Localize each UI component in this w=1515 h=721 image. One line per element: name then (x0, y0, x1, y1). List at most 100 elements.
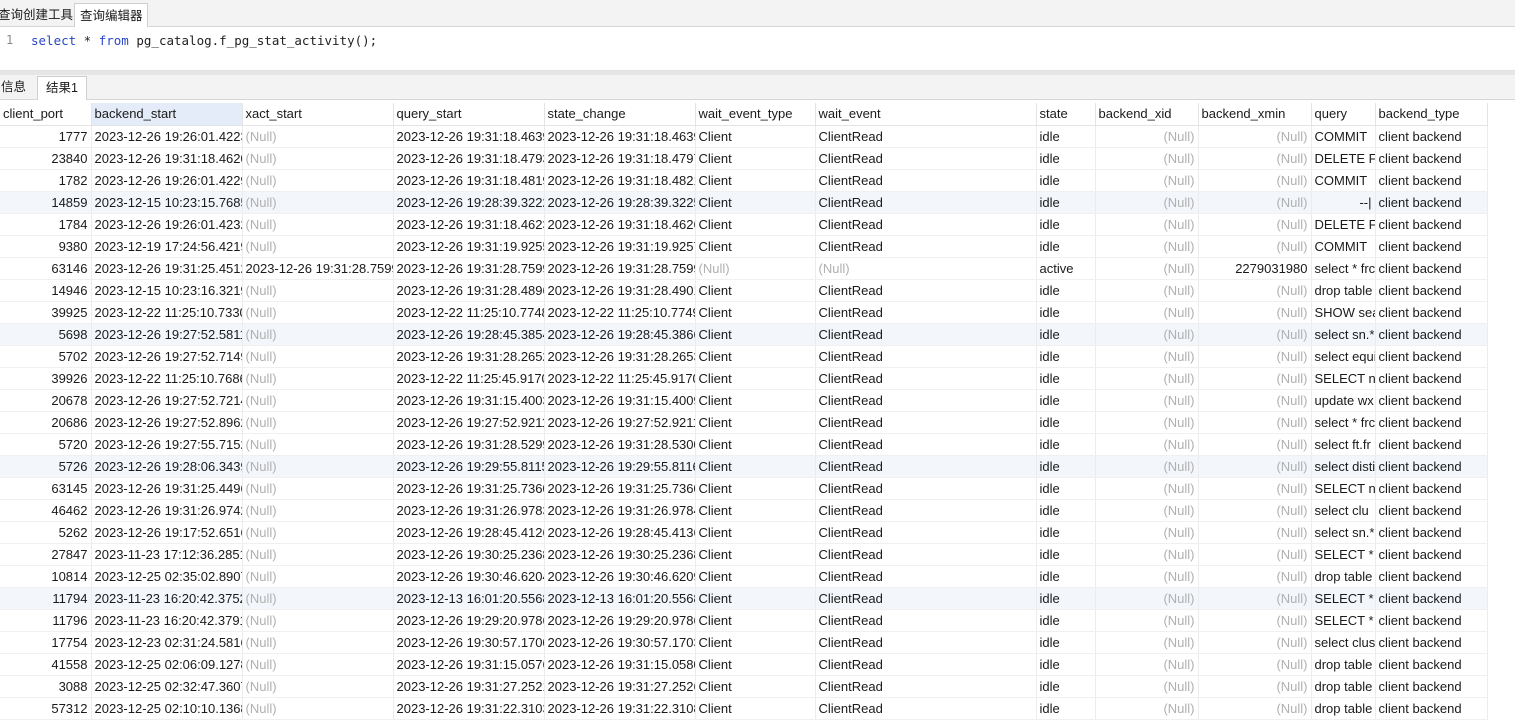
cell-backend-xmin[interactable]: (Null) (1198, 697, 1312, 720)
table-row[interactable]: 1777 2023-12-26 19:26:01.4223 (Null) 2023-1… (0, 125, 1488, 148)
cell-state-change[interactable]: 2023-12-22 11:25:10.7749 (544, 301, 696, 324)
cell-query-start[interactable]: 2023-12-26 19:31:18.4623 (393, 213, 545, 236)
cell-wait-event[interactable]: ClientRead (815, 653, 1037, 676)
cell-backend-type[interactable]: client backend (1375, 235, 1488, 258)
cell-xact-start[interactable]: (Null) (242, 411, 394, 434)
cell-xact-start[interactable]: (Null) (242, 521, 394, 544)
cell-client-port[interactable]: 5262 (0, 521, 92, 544)
cell-client-port[interactable]: 1782 (0, 169, 92, 192)
cell-state-change[interactable]: 2023-12-26 19:30:25.2368 (544, 543, 696, 566)
table-row[interactable]: 5262 2023-12-26 19:17:52.6516 (Null) 2023-1… (0, 521, 1488, 544)
cell-query-start[interactable]: 2023-12-26 19:31:15.4003 (393, 389, 545, 412)
cell-backend-xmin[interactable]: (Null) (1198, 411, 1312, 434)
cell-state-change[interactable]: 2023-12-26 19:31:19.9257 (544, 235, 696, 258)
cell-backend-xid[interactable]: (Null) (1095, 675, 1199, 698)
cell-client-port[interactable]: 17754 (0, 631, 92, 654)
cell-query-start[interactable]: 2023-12-26 19:31:15.0576 (393, 653, 545, 676)
cell-state[interactable]: idle (1036, 433, 1096, 456)
tab-query-builder[interactable]: 查询创建工具 (0, 3, 79, 27)
column-header-client-port[interactable]: client_port (0, 103, 92, 126)
cell-query[interactable]: select clus (1311, 631, 1376, 654)
cell-client-port[interactable]: 11796 (0, 609, 92, 632)
cell-query[interactable]: select * frc (1311, 411, 1376, 434)
cell-state-change[interactable]: 2023-12-22 11:25:45.9170 (544, 367, 696, 390)
cell-wait-event-type[interactable]: Client (695, 675, 816, 698)
cell-state[interactable]: idle (1036, 345, 1096, 368)
cell-backend-xid[interactable]: (Null) (1095, 235, 1199, 258)
cell-backend-xmin[interactable]: (Null) (1198, 367, 1312, 390)
cell-wait-event-type[interactable]: Client (695, 411, 816, 434)
cell-backend-start[interactable]: 2023-12-26 19:27:55.7152 (91, 433, 243, 456)
table-row[interactable]: 11796 2023-11-23 16:20:42.3791 (Null) 2023-… (0, 609, 1488, 632)
cell-wait-event[interactable]: ClientRead (815, 609, 1037, 632)
cell-xact-start[interactable]: (Null) (242, 169, 394, 192)
cell-xact-start[interactable]: (Null) (242, 345, 394, 368)
cell-state[interactable]: idle (1036, 499, 1096, 522)
cell-wait-event-type[interactable]: Client (695, 433, 816, 456)
cell-backend-start[interactable]: 2023-12-26 19:26:01.4232 (91, 213, 243, 236)
cell-wait-event-type[interactable]: (Null) (695, 257, 816, 280)
cell-backend-xid[interactable]: (Null) (1095, 213, 1199, 236)
table-row[interactable]: 39925 2023-12-22 11:25:10.7330 (Null) 2023-… (0, 301, 1488, 324)
cell-backend-xid[interactable]: (Null) (1095, 411, 1199, 434)
cell-wait-event[interactable]: (Null) (815, 257, 1037, 280)
tab-result-1[interactable]: 结果1 (37, 76, 87, 100)
cell-state-change[interactable]: 2023-12-26 19:31:18.4639 (544, 125, 696, 148)
table-row[interactable]: 3088 2023-12-25 02:32:47.3607 (Null) 2023-1… (0, 675, 1488, 698)
cell-state[interactable]: idle (1036, 169, 1096, 192)
cell-client-port[interactable]: 14859 (0, 191, 92, 214)
cell-wait-event-type[interactable]: Client (695, 587, 816, 610)
cell-backend-xid[interactable]: (Null) (1095, 631, 1199, 654)
cell-query[interactable]: select * frc (1311, 257, 1376, 280)
cell-client-port[interactable]: 5726 (0, 455, 92, 478)
sql-editor[interactable]: 1 select * from pg_catalog.f_pg_stat_act… (0, 27, 1515, 71)
cell-query[interactable]: SELECT ns| (1311, 477, 1376, 500)
cell-query-start[interactable]: 2023-12-26 19:31:26.9783 (393, 499, 545, 522)
cell-backend-xmin[interactable]: (Null) (1198, 191, 1312, 214)
cell-backend-start[interactable]: 2023-12-15 10:23:16.3219 (91, 279, 243, 302)
cell-backend-xmin[interactable]: (Null) (1198, 653, 1312, 676)
cell-wait-event-type[interactable]: Client (695, 323, 816, 346)
cell-wait-event[interactable]: ClientRead (815, 587, 1037, 610)
cell-state[interactable]: idle (1036, 389, 1096, 412)
cell-wait-event[interactable]: ClientRead (815, 389, 1037, 412)
cell-client-port[interactable]: 63145 (0, 477, 92, 500)
cell-xact-start[interactable]: (Null) (242, 565, 394, 588)
cell-query[interactable]: --| (1311, 191, 1376, 214)
cell-backend-xid[interactable]: (Null) (1095, 565, 1199, 588)
cell-backend-type[interactable]: client backend (1375, 169, 1488, 192)
cell-xact-start[interactable]: (Null) (242, 125, 394, 148)
cell-backend-type[interactable]: client backend (1375, 697, 1488, 720)
cell-backend-start[interactable]: 2023-12-26 19:31:26.9742 (91, 499, 243, 522)
cell-backend-xmin[interactable]: (Null) (1198, 521, 1312, 544)
cell-backend-start[interactable]: 2023-12-26 19:27:52.7149 (91, 345, 243, 368)
cell-query-start[interactable]: 2023-12-26 19:30:25.2368 (393, 543, 545, 566)
column-header-query-start[interactable]: query_start (393, 103, 545, 126)
cell-query-start[interactable]: 2023-12-26 19:30:57.1700 (393, 631, 545, 654)
cell-query-start[interactable]: 2023-12-26 19:28:45.4126 (393, 521, 545, 544)
cell-backend-type[interactable]: client backend (1375, 455, 1488, 478)
cell-client-port[interactable]: 5702 (0, 345, 92, 368)
cell-state[interactable]: idle (1036, 477, 1096, 500)
cell-backend-type[interactable]: client backend (1375, 631, 1488, 654)
cell-wait-event-type[interactable]: Client (695, 169, 816, 192)
cell-backend-xmin[interactable]: (Null) (1198, 433, 1312, 456)
cell-backend-xmin[interactable]: (Null) (1198, 235, 1312, 258)
cell-query[interactable]: select equi (1311, 345, 1376, 368)
cell-query[interactable]: select ft.fr (1311, 433, 1376, 456)
cell-xact-start[interactable]: (Null) (242, 543, 394, 566)
table-row[interactable]: 27847 2023-11-23 17:12:36.2851 (Null) 2023-… (0, 543, 1488, 566)
cell-backend-type[interactable]: client backend (1375, 565, 1488, 588)
cell-wait-event-type[interactable]: Client (695, 653, 816, 676)
cell-backend-start[interactable]: 2023-12-26 19:26:01.4229 (91, 169, 243, 192)
cell-wait-event-type[interactable]: Client (695, 521, 816, 544)
cell-client-port[interactable]: 9380 (0, 235, 92, 258)
cell-query[interactable]: select sn.* (1311, 323, 1376, 346)
cell-xact-start[interactable]: 2023-12-26 19:31:28.7599 (242, 257, 394, 280)
cell-backend-start[interactable]: 2023-12-26 19:27:52.8962 (91, 411, 243, 434)
cell-wait-event[interactable]: ClientRead (815, 455, 1037, 478)
cell-wait-event-type[interactable]: Client (695, 191, 816, 214)
cell-state-change[interactable]: 2023-12-26 19:28:39.3225 (544, 191, 696, 214)
cell-xact-start[interactable]: (Null) (242, 147, 394, 170)
cell-query[interactable]: COMMIT (1311, 169, 1376, 192)
